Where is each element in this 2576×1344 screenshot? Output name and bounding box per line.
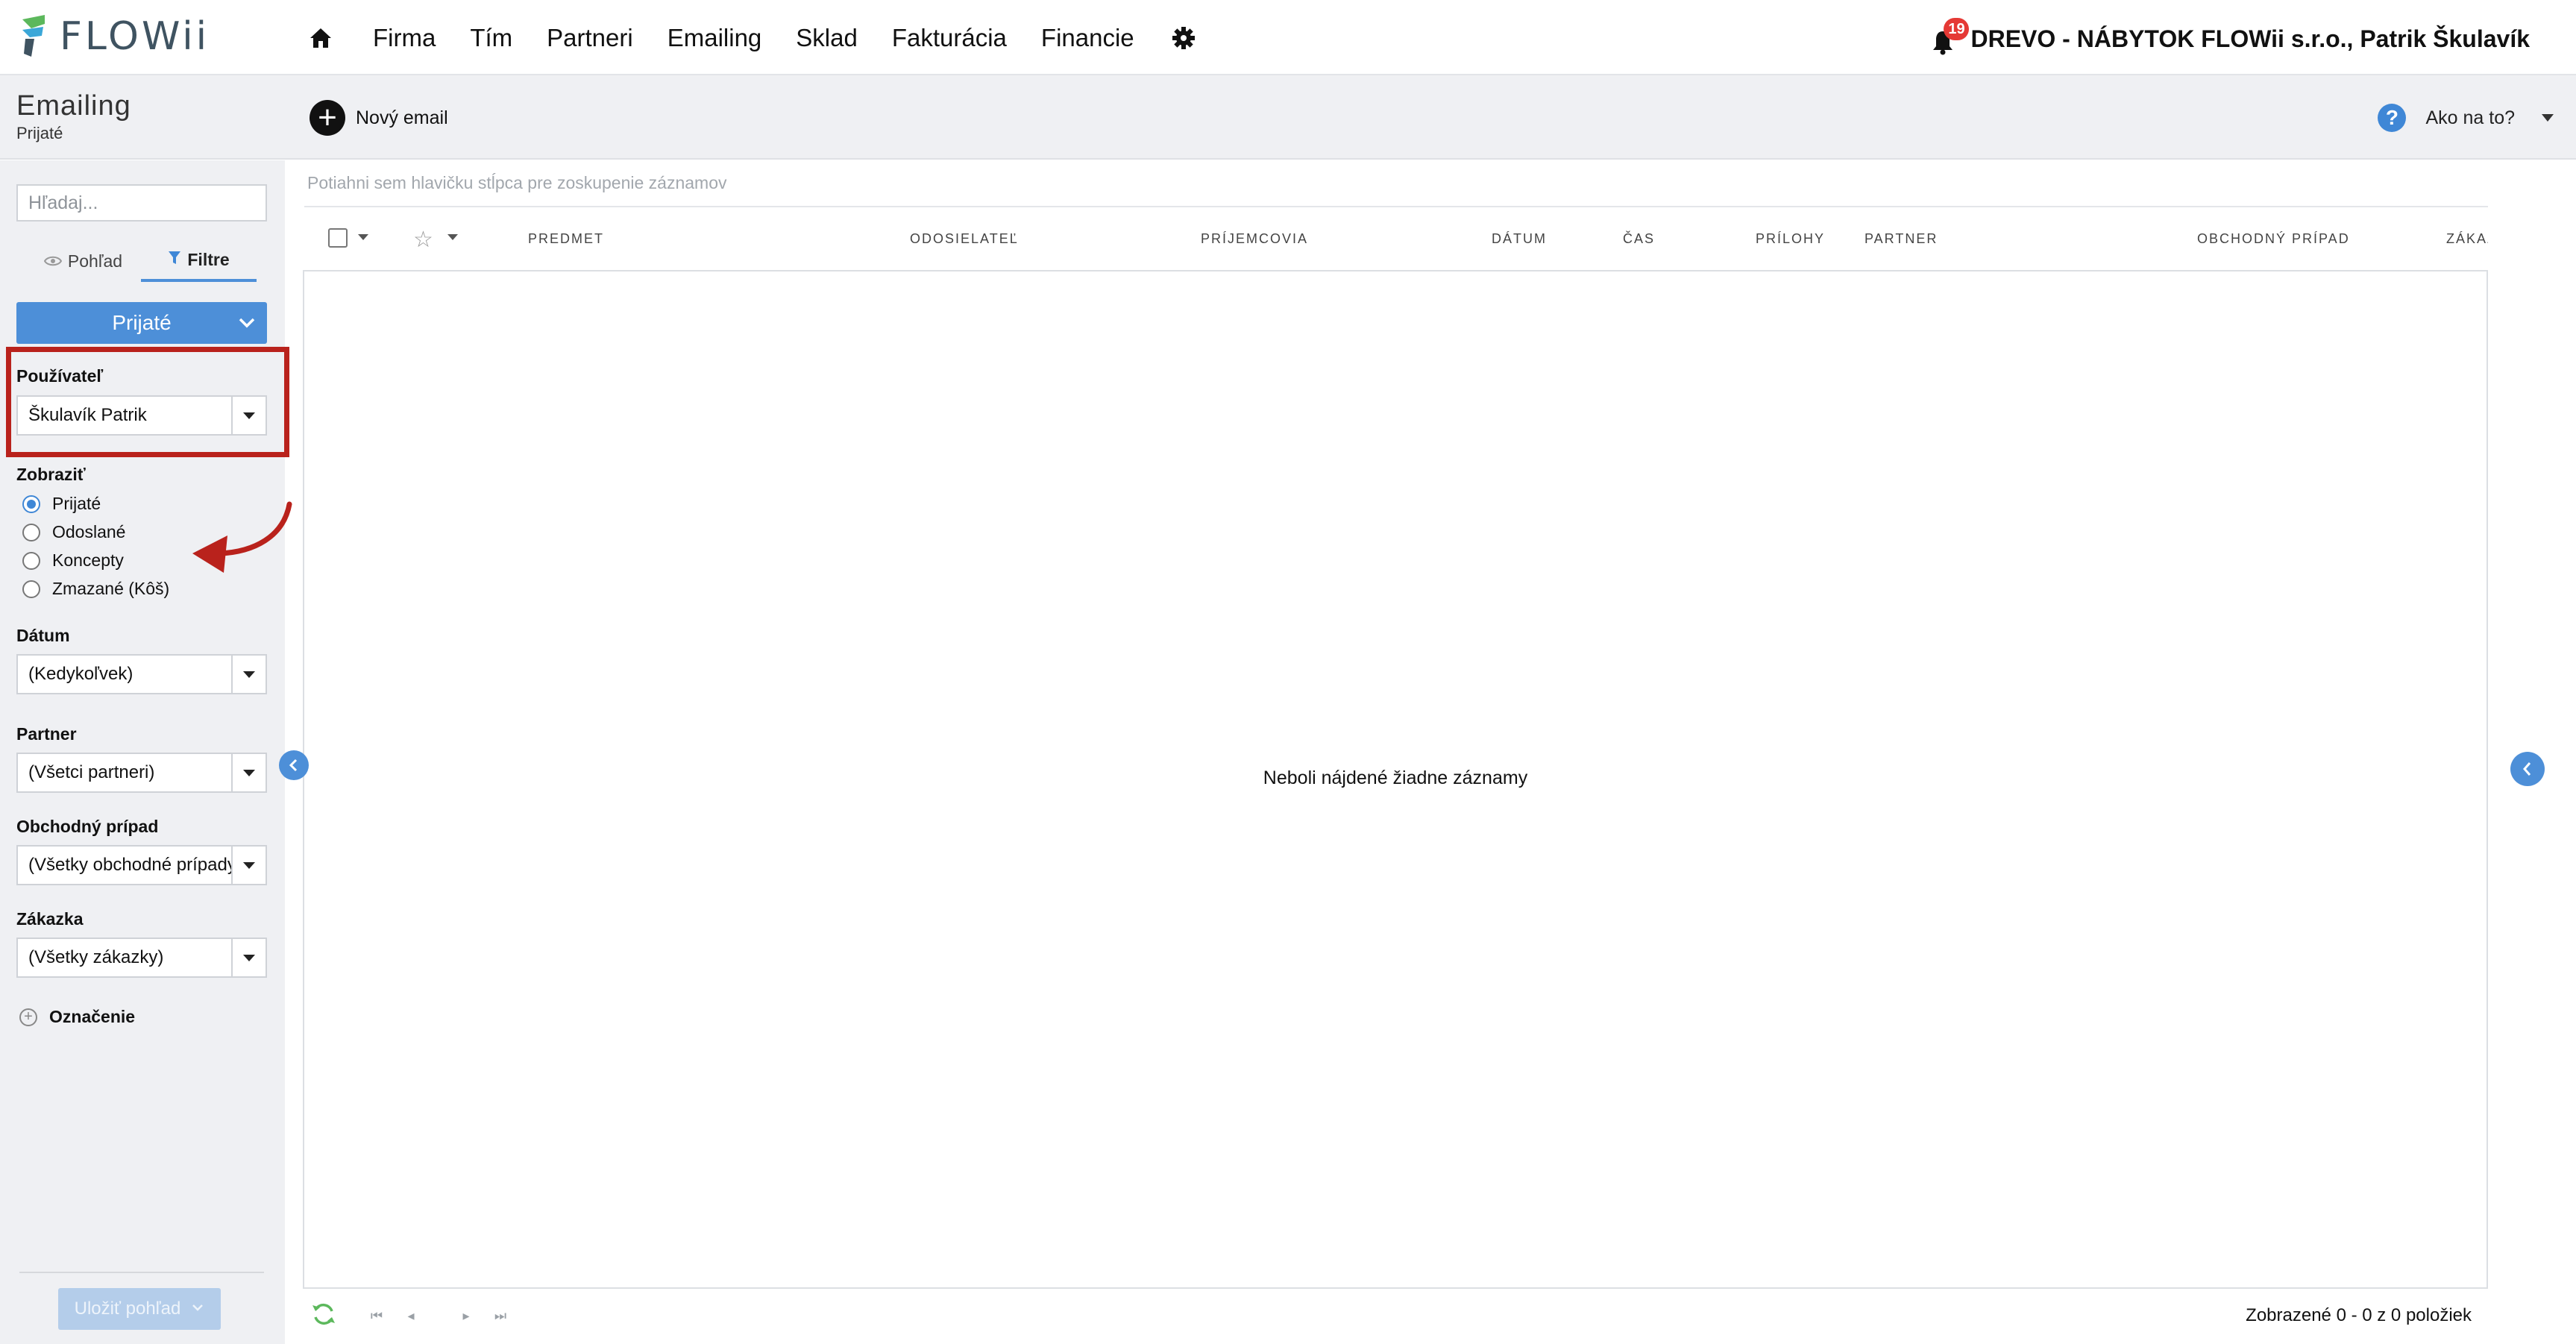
- case-filter-dropdown[interactable]: (Všetky obchodné prípady): [16, 845, 267, 885]
- nav-item-fakturacia[interactable]: Fakturácia: [892, 24, 1007, 52]
- column-header-odosielatel[interactable]: ODOSIELATEĽ: [910, 231, 1019, 247]
- column-header-partner[interactable]: PARTNER: [1865, 231, 1938, 247]
- column-header-prilohy[interactable]: PRÍLOHY: [1756, 231, 1825, 247]
- nav-item-sklad[interactable]: Sklad: [796, 24, 858, 52]
- column-header-datum[interactable]: DÁTUM: [1492, 231, 1547, 247]
- chevron-left-icon: [289, 759, 298, 772]
- case-filter-value: (Všetky obchodné prípady): [28, 855, 242, 875]
- previous-page-icon[interactable]: ◂: [400, 1305, 422, 1326]
- notifications-badge: 19: [1944, 18, 1970, 40]
- grid-footer: ⏮ ◂ ▸ ⏭ Zobrazené 0 - 0 z 0 položiek: [303, 1298, 2488, 1334]
- question-circle-icon: ?: [2378, 104, 2407, 132]
- order-filter-label: Zákazka: [16, 909, 84, 929]
- date-filter-value: (Kedykoľvek): [28, 664, 133, 684]
- help-button[interactable]: ? Ako na to?: [2378, 104, 2554, 132]
- save-view-label: Uložiť pohľad: [74, 1299, 181, 1319]
- select-caret-icon[interactable]: [358, 234, 368, 240]
- select-all-checkbox[interactable]: [328, 228, 348, 248]
- email-grid-body: Neboli nájdené žiadne záznamy: [303, 270, 2488, 1289]
- empty-grid-message: Neboli nájdené žiadne záznamy: [1263, 767, 1528, 788]
- dropdown-arrow-icon[interactable]: [231, 939, 266, 976]
- plus-circle-icon: +: [19, 1008, 37, 1026]
- nav-item-financie[interactable]: Financie: [1041, 24, 1134, 52]
- save-view-button[interactable]: Uložiť pohľad: [58, 1288, 221, 1330]
- nav-item-partneri[interactable]: Partneri: [547, 24, 633, 52]
- sidebar-divider: [19, 1272, 264, 1273]
- partner-filter-label: Partner: [16, 724, 77, 744]
- notifications-bell-icon[interactable]: 19: [1932, 18, 1970, 55]
- column-header-predmet[interactable]: PREDMET: [528, 231, 604, 247]
- collapse-sidebar-button[interactable]: [279, 750, 309, 780]
- date-filter-dropdown[interactable]: (Kedykoľvek): [16, 654, 267, 694]
- star-icon[interactable]: ☆: [413, 227, 433, 253]
- partner-filter-value: (Všetci partneri): [28, 762, 155, 782]
- star-caret-icon[interactable]: [447, 234, 458, 240]
- dropdown-arrow-icon[interactable]: [231, 754, 266, 791]
- order-filter-dropdown[interactable]: (Všetky zákazky): [16, 938, 267, 978]
- company-user-info[interactable]: 19 DREVO - NÁBYTOK FLOWii s.r.o., Patrik…: [1932, 18, 2530, 55]
- grid-header: ☆ PREDMET ODOSIELATEĽ PRÍJEMCOVIA DÁTUM …: [303, 207, 2495, 269]
- tag-filter-toggle[interactable]: + Označenie: [19, 1007, 135, 1027]
- partner-filter-dropdown[interactable]: (Všetci partneri): [16, 753, 267, 793]
- chevron-left-icon: [2523, 762, 2531, 776]
- first-page-icon[interactable]: ⏮: [365, 1305, 388, 1326]
- order-filter-value: (Všetky zákazky): [28, 947, 164, 967]
- group-by-hint: Potiahni sem hlavičku stĺpca pre zoskupe…: [307, 173, 727, 192]
- chevron-down-icon: [191, 1299, 204, 1319]
- case-filter-label: Obchodný prípad: [16, 817, 159, 836]
- dropdown-arrow-icon[interactable]: [231, 656, 266, 693]
- dropdown-arrow-icon[interactable]: [231, 847, 266, 884]
- last-page-icon[interactable]: ⏭: [489, 1305, 512, 1326]
- next-page-icon[interactable]: ▸: [455, 1305, 477, 1326]
- refresh-icon[interactable]: [310, 1301, 340, 1331]
- nav-item-emailing[interactable]: Emailing: [667, 24, 762, 52]
- settings-gear-icon[interactable]: [1169, 23, 1199, 53]
- expand-right-panel-button[interactable]: [2510, 752, 2545, 786]
- help-label: Ako na to?: [2425, 107, 2515, 128]
- company-user-label: DREVO - NÁBYTOK FLOWii s.r.o., Patrik Šk…: [1970, 25, 2530, 52]
- pager: ⏮ ◂ ▸ ⏭: [365, 1305, 524, 1326]
- tag-filter-label: Označenie: [49, 1007, 136, 1026]
- column-header-obchodny-pripad[interactable]: OBCHODNÝ PRÍPAD: [2197, 231, 2350, 247]
- date-filter-label: Dátum: [16, 626, 70, 645]
- caret-down-icon: [2542, 114, 2554, 122]
- column-header-prijemcovia[interactable]: PRÍJEMCOVIA: [1201, 231, 1308, 247]
- footer-items-info: Zobrazené 0 - 0 z 0 položiek: [2246, 1305, 2472, 1325]
- column-header-cas[interactable]: ČAS: [1623, 231, 1655, 247]
